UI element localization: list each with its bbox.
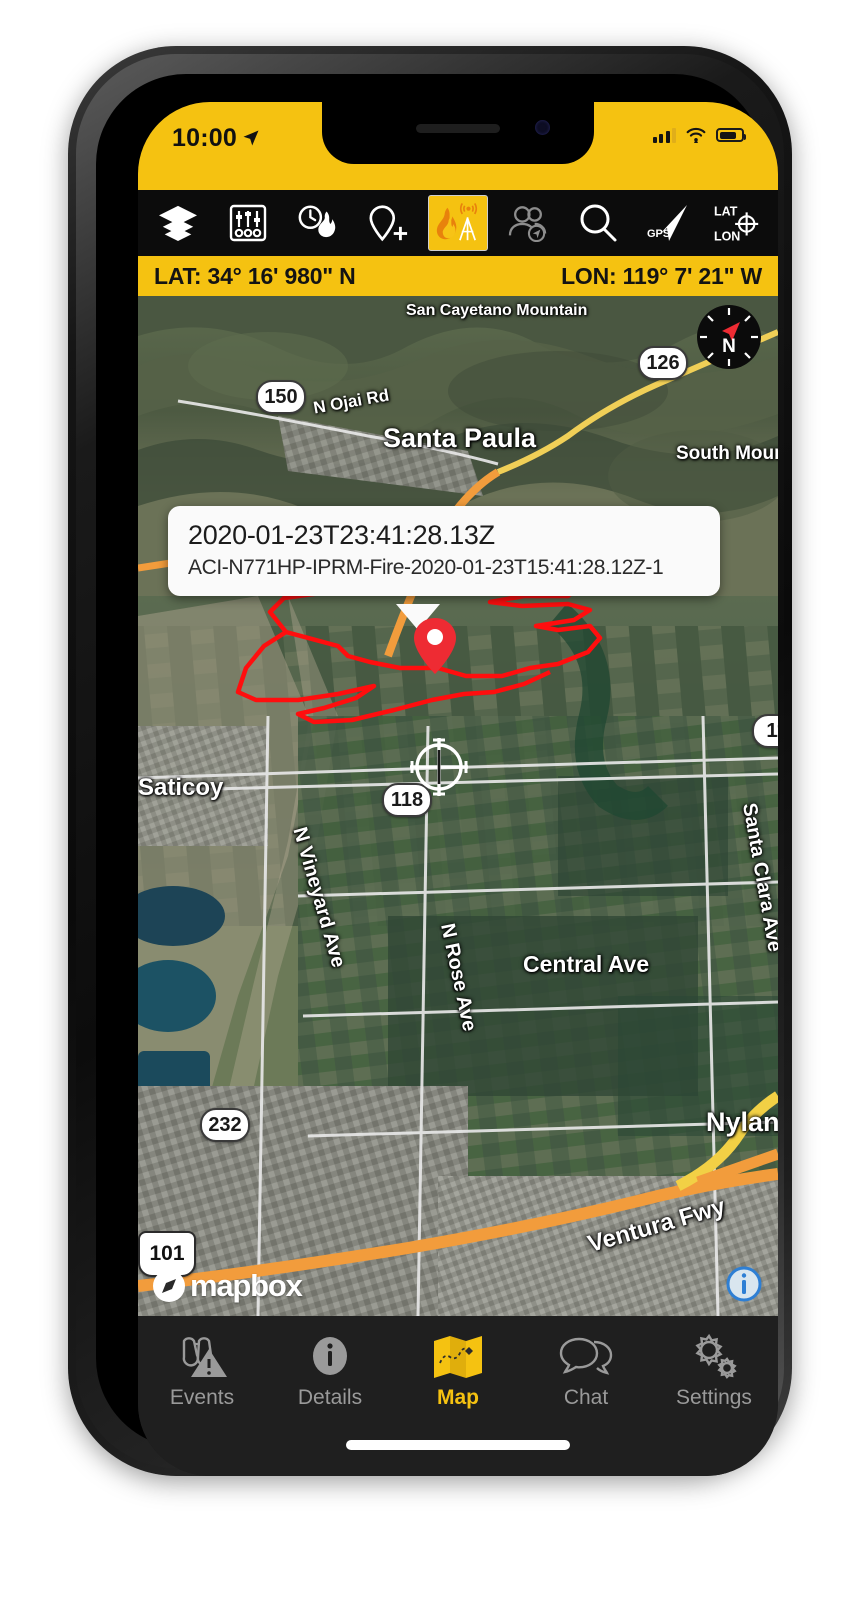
- phone-bezel: 10:00 GPS LAT LON LAT: 34° 16' 980" N LO…: [96, 74, 778, 1476]
- phone-device-frame: 10:00 GPS LAT LON LAT: 34° 16' 980" N LO…: [68, 46, 792, 1476]
- latitude-readout: LAT: 34° 16' 980" N: [154, 262, 356, 289]
- mapbox-logo-text: mapbox: [190, 1268, 303, 1303]
- svg-text:LON: LON: [714, 229, 740, 243]
- longitude-readout: LON: 119° 7' 21" W: [561, 262, 762, 289]
- tab-events-icon-wrap: [173, 1330, 231, 1382]
- cellular-signal-icon: [652, 127, 676, 143]
- map-view[interactable]: San Cayetano Mountain Santa Paula N Ojai R…: [138, 296, 778, 1316]
- compass-north-letter: N: [722, 336, 736, 357]
- toolbar-item-add-marker[interactable]: [358, 195, 418, 251]
- layers-icon: [159, 205, 197, 242]
- tab-settings[interactable]: Settings: [654, 1330, 774, 1410]
- tab-chat-icon-wrap: [558, 1330, 614, 1382]
- gps-icon: GPS: [647, 205, 687, 241]
- tab-details-icon-wrap: [307, 1330, 353, 1382]
- front-camera: [535, 120, 550, 135]
- satellite-basemap: [138, 296, 778, 1316]
- tab-map-icon-wrap: [431, 1330, 485, 1382]
- status-indicators: [652, 127, 746, 143]
- tab-map-label: Map: [437, 1386, 479, 1409]
- mapbox-attribution[interactable]: mapbox: [152, 1268, 303, 1304]
- search-icon: [580, 204, 617, 242]
- lat-lon-icon: LAT LON: [714, 204, 759, 243]
- callout-title: 2020-01-23T23:41:28.13Z: [188, 520, 495, 550]
- map-settings-icon: [229, 204, 267, 242]
- status-time-group: 10:00: [172, 124, 261, 153]
- fire-broadcast-icon: [436, 202, 478, 241]
- toolbar-item-layers[interactable]: [148, 195, 208, 251]
- toolbar-item-map-settings[interactable]: [218, 195, 278, 251]
- tab-details-label: Details: [297, 1386, 363, 1409]
- notch: [322, 102, 594, 164]
- mapbox-logo-icon: [153, 1270, 185, 1302]
- compass-icon[interactable]: N: [694, 302, 764, 372]
- svg-text:GPS: GPS: [647, 228, 670, 240]
- map-folded-icon: [434, 1336, 482, 1378]
- phone-rim: 10:00 GPS LAT LON LAT: 34° 16' 980" N LO…: [76, 54, 784, 1476]
- tab-map[interactable]: Map: [398, 1330, 518, 1410]
- fire-history-icon: [298, 205, 336, 238]
- battery-icon: [716, 128, 746, 142]
- highway-shield: 232: [200, 1108, 250, 1142]
- add-marker-icon: [369, 205, 408, 242]
- highway-shield: 11: [752, 714, 778, 748]
- toolbar-item-gps[interactable]: GPS: [638, 195, 698, 251]
- tab-events-label: Events: [169, 1386, 235, 1409]
- tab-chat[interactable]: Chat: [526, 1330, 646, 1410]
- users-icon: [508, 206, 547, 242]
- chat-bubbles-icon: [559, 1337, 613, 1375]
- toolbar-item-lat-lon[interactable]: LAT LON: [708, 195, 768, 251]
- tab-settings-icon-wrap: [689, 1330, 739, 1382]
- toolbar-item-fire-history[interactable]: [288, 195, 348, 251]
- toolbar-item-users[interactable]: [498, 195, 558, 251]
- tab-events[interactable]: Events: [142, 1330, 262, 1410]
- status-bar: 10:00: [138, 102, 778, 190]
- phone-screen: 10:00 GPS LAT LON LAT: 34° 16' 980" N LO…: [138, 102, 778, 1476]
- toolbar-item-fire-broadcast[interactable]: [428, 195, 488, 251]
- highway-shield: 150: [256, 380, 306, 414]
- wifi-icon: [686, 127, 706, 143]
- tab-details[interactable]: Details: [270, 1330, 390, 1410]
- home-indicator[interactable]: [346, 1440, 570, 1450]
- coordinate-bar: LAT: 34° 16' 980" N LON: 119° 7' 21" W: [138, 256, 778, 296]
- bottom-tab-bar: Events Details Map Chat Settings: [138, 1316, 778, 1476]
- crosshair-target-icon[interactable]: [408, 736, 470, 798]
- screenshot-root: 10:00 GPS LAT LON LAT: 34° 16' 980" N LO…: [0, 0, 860, 1608]
- location-arrow-icon: [243, 130, 259, 145]
- fire-marker-pin[interactable]: [412, 616, 458, 676]
- map-toolbar: GPS LAT LON: [138, 190, 778, 256]
- toolbar-item-search[interactable]: [568, 195, 628, 251]
- tab-settings-label: Settings: [676, 1386, 752, 1409]
- gears-icon: [695, 1333, 737, 1379]
- map-callout[interactable]: 2020-01-23T23:41:28.13Z ACI-N771HP-IPRM-…: [168, 506, 720, 596]
- status-time: 10:00: [172, 124, 237, 152]
- svg-text:LAT: LAT: [714, 204, 738, 218]
- map-info-button[interactable]: [726, 1266, 762, 1302]
- earpiece-speaker: [416, 124, 500, 133]
- highway-shield: 126: [638, 346, 688, 380]
- callout-subtitle: ACI-N771HP-IPRM-Fire-2020-01-23T15:41:28…: [188, 556, 664, 579]
- info-circle-icon: [313, 1337, 347, 1375]
- tab-chat-label: Chat: [563, 1386, 609, 1409]
- binoculars-alert-icon: [182, 1337, 227, 1377]
